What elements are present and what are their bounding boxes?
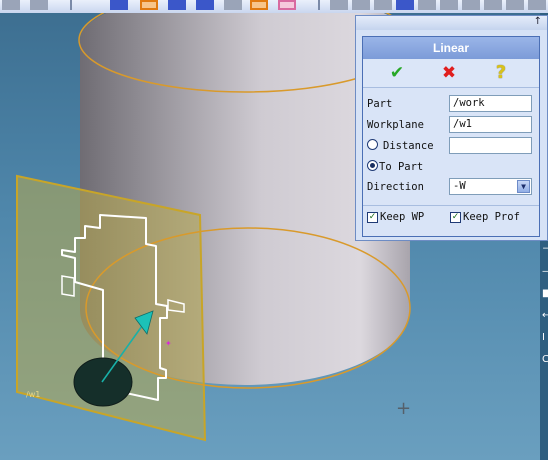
linear-dialog: Linear ✔ ✖ ? Part /work Workplane /w1 Di… <box>362 36 540 237</box>
toolbar-button[interactable] <box>330 0 348 10</box>
keep-wp-label: Keep WP <box>380 211 425 223</box>
chevron-down-icon[interactable]: ▼ <box>517 180 530 193</box>
direction-select[interactable]: -W ▼ <box>449 178 532 195</box>
workplane-field[interactable]: /w1 <box>449 116 532 133</box>
help-button[interactable]: ? <box>491 63 511 83</box>
linear-dialog-panel: ↑ Linear ✔ ✖ ? Part /work Workplane /w1 … <box>355 15 548 241</box>
toolbar-button[interactable] <box>374 0 392 10</box>
toolbar-button[interactable] <box>440 0 458 10</box>
toolbar-button[interactable] <box>196 0 214 10</box>
toolbar-button[interactable] <box>528 0 546 10</box>
check-icon: ✔ <box>389 63 405 83</box>
x-icon: ✖ <box>441 63 457 83</box>
part-field[interactable]: /work <box>449 95 532 112</box>
side-toolbar-button[interactable]: I <box>542 332 545 343</box>
toolbar-button[interactable] <box>110 0 128 10</box>
toolbar-button[interactable] <box>418 0 436 10</box>
side-toolbar-button[interactable]: — <box>542 266 548 277</box>
main-toolbar <box>0 0 548 14</box>
toolbar-button[interactable] <box>250 0 268 10</box>
keep-prof-checkbox[interactable]: ✓ <box>450 212 461 223</box>
to-part-label: To Part <box>379 161 424 173</box>
toolbar-button[interactable] <box>506 0 524 10</box>
workplane-label: /w1 <box>26 390 40 399</box>
workplane-row: Workplane /w1 <box>367 116 535 135</box>
cancel-button[interactable]: ✖ <box>439 63 459 83</box>
distance-radio[interactable] <box>367 139 378 150</box>
toolbar-button[interactable] <box>224 0 242 10</box>
toolbar-button[interactable] <box>2 0 20 10</box>
side-toolbar-button[interactable]: ¬ <box>542 244 548 255</box>
toolbar-button[interactable] <box>30 0 48 10</box>
direction-row: Direction -W ▼ <box>367 178 535 197</box>
toolbar-button[interactable] <box>396 0 414 10</box>
snap-marker: ✦ <box>165 339 172 348</box>
toolbar-button[interactable] <box>140 0 158 10</box>
ok-button[interactable]: ✔ <box>387 63 407 83</box>
pin-icon[interactable]: ↑ <box>534 16 542 27</box>
side-toolbar-button[interactable]: C <box>542 354 548 365</box>
keep-prof-label: Keep Prof <box>463 211 520 223</box>
side-toolbar-button[interactable]: ■ <box>542 288 548 299</box>
keep-wp-checkbox[interactable]: ✓ <box>367 212 378 223</box>
to-part-row: To Part <box>367 158 535 177</box>
part-label: Part <box>367 98 393 110</box>
distance-label: Distance <box>383 140 434 152</box>
origin-disc <box>73 357 133 407</box>
dialog-title: Linear <box>363 37 539 59</box>
to-part-radio[interactable] <box>367 160 378 171</box>
toolbar-button[interactable] <box>462 0 480 10</box>
toolbar-button[interactable] <box>484 0 502 10</box>
distance-field[interactable] <box>449 137 532 154</box>
panel-grip[interactable] <box>356 16 547 30</box>
keep-options: ✓ Keep WP ✓ Keep Prof <box>363 205 539 232</box>
toolbar-button[interactable] <box>352 0 370 10</box>
part-row: Part /work <box>367 95 535 114</box>
direction-value: -W <box>453 180 466 192</box>
workplane-label: Workplane <box>367 119 424 131</box>
dialog-button-row: ✔ ✖ ? <box>363 59 539 88</box>
cursor-crosshair: + <box>396 398 411 419</box>
toolbar-separator <box>318 0 320 10</box>
toolbar-button[interactable] <box>168 0 186 10</box>
question-icon: ? <box>495 62 507 83</box>
direction-label: Direction <box>367 181 424 193</box>
distance-row: Distance <box>367 137 535 156</box>
side-toolbar-button[interactable]: ← <box>542 310 548 321</box>
toolbar-button[interactable] <box>278 0 296 10</box>
toolbar-separator <box>70 0 72 10</box>
